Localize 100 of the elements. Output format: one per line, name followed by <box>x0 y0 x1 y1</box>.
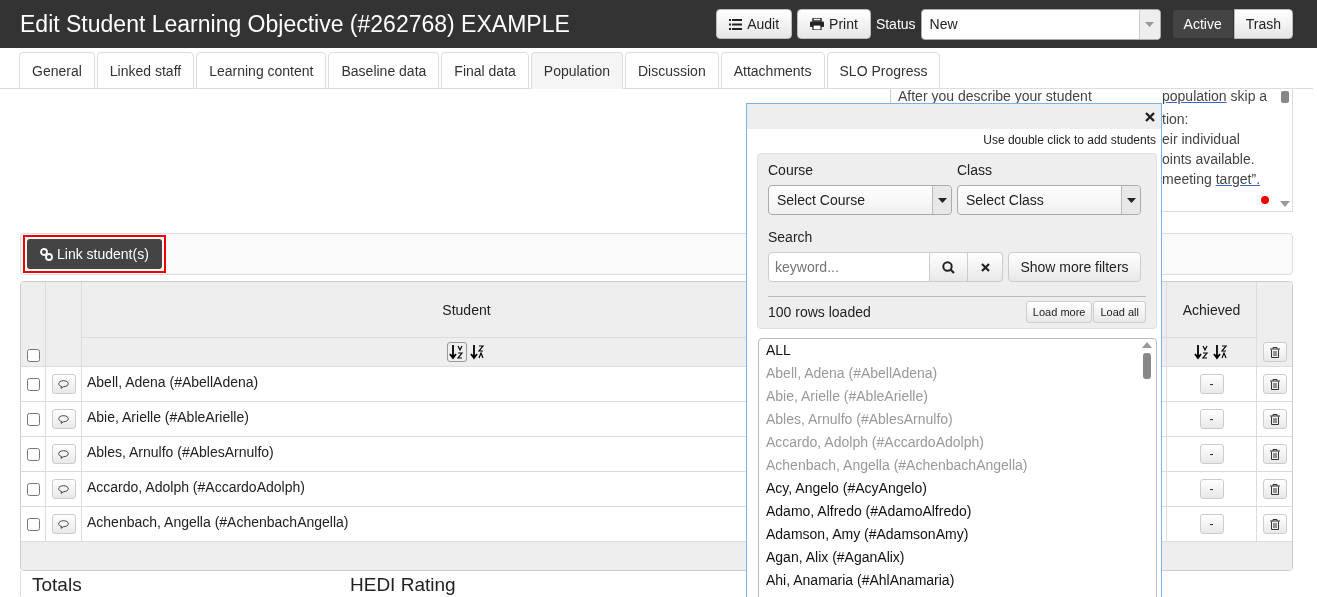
close-icon[interactable] <box>1145 111 1155 122</box>
comment-icon <box>58 414 69 424</box>
scrollbar[interactable] <box>1279 91 1291 209</box>
tab[interactable]: General <box>19 52 95 89</box>
search-icon <box>942 260 955 274</box>
help-link[interactable]: target”. <box>1215 171 1261 187</box>
tab[interactable]: Final data <box>441 52 529 89</box>
help-text: skip a <box>1229 89 1268 104</box>
hint-text: Use double click to add students <box>983 133 1156 147</box>
list-item[interactable]: Ahi, Anamaria (#AhlAnamaria) <box>759 571 1134 594</box>
tab[interactable]: Baseline data <box>328 52 440 89</box>
achieved-button[interactable]: - <box>1199 374 1224 394</box>
student-name: Abell, Adena (#AbellAdena) <box>87 374 259 390</box>
search-field[interactable]: keyword... <box>768 252 930 282</box>
achieved-button[interactable]: - <box>1199 444 1224 464</box>
tab[interactable]: Population <box>530 52 623 89</box>
help-text: meeting <box>1162 171 1213 187</box>
toolbar-button[interactable]: Audit <box>716 9 793 39</box>
caret-icon <box>1126 197 1136 203</box>
trash-icon <box>1269 413 1280 425</box>
row-checkbox[interactable] <box>26 447 40 461</box>
field-label: Search <box>768 229 814 245</box>
search-button[interactable] <box>930 252 968 282</box>
list-item[interactable]: Adamo, Alfredo (#AdamoAlfredo) <box>759 502 1134 525</box>
toggle-button[interactable]: Active <box>1171 9 1234 39</box>
column-header: Student <box>442 301 491 318</box>
show-more-filters-button[interactable]: Show more filters <box>1008 252 1141 282</box>
help-text: eir individual <box>1162 131 1240 147</box>
totals-heading: Totals <box>32 574 83 596</box>
tab[interactable]: SLO Progress <box>826 52 941 89</box>
delete-button[interactable] <box>1262 409 1287 429</box>
sort-descending-icon[interactable] <box>1213 344 1229 360</box>
comment-icon <box>58 519 69 529</box>
load-button[interactable]: Load all <box>1093 301 1146 323</box>
clear-button[interactable] <box>968 252 1003 282</box>
load-button[interactable]: Load more <box>1025 301 1093 323</box>
status-dot <box>1261 196 1269 204</box>
comment-icon <box>58 484 69 494</box>
caret-icon <box>1145 21 1155 27</box>
row-checkbox[interactable] <box>26 377 40 391</box>
comment-button[interactable] <box>51 374 76 394</box>
comment-icon <box>58 379 69 389</box>
tab[interactable]: Discussion <box>625 52 719 89</box>
help-link[interactable]: population <box>1162 89 1227 104</box>
comment-button[interactable] <box>51 409 76 429</box>
help-text: tion: <box>1162 111 1189 127</box>
achieved-button[interactable]: - <box>1199 514 1224 534</box>
link-students-button[interactable]: Link student(s) <box>27 239 162 269</box>
toolbar-button[interactable]: Print <box>797 9 871 39</box>
trash-icon <box>1269 483 1280 495</box>
delete-button[interactable] <box>1262 374 1287 394</box>
column-header: Achieved <box>1182 301 1241 318</box>
trash-icon <box>1269 346 1280 358</box>
list-item[interactable]: ALL <box>759 341 1134 364</box>
class-select[interactable]: Select Class <box>957 185 1141 215</box>
field-label: Class <box>957 162 993 178</box>
student-name: Achenbach, Angella (#AchenbachAngella) <box>87 514 349 530</box>
delete-button[interactable] <box>1262 444 1287 464</box>
help-text: oints available. <box>1162 151 1255 167</box>
delete-button[interactable] <box>1262 479 1287 499</box>
trash-icon <box>1269 448 1280 460</box>
toggle-button[interactable]: Trash <box>1233 9 1293 39</box>
student-name: Accardo, Adolph (#AccardoAdolph) <box>87 479 305 495</box>
field-label: Course <box>768 162 815 178</box>
select-all-checkbox[interactable] <box>26 349 40 362</box>
row-checkbox[interactable] <box>26 517 40 531</box>
tab[interactable]: Linked staff <box>96 52 195 89</box>
delete-button[interactable] <box>1262 514 1287 534</box>
list-item[interactable]: Acy, Angelo (#AcyAngelo) <box>759 479 1134 502</box>
rating-heading: HEDI Rating <box>350 574 456 596</box>
comment-button[interactable] <box>51 514 76 534</box>
list-item[interactable]: Agan, Alix (#AganAlix) <box>759 548 1134 571</box>
status-select[interactable]: New <box>920 8 1161 40</box>
comment-button[interactable] <box>51 444 76 464</box>
link-icon <box>40 247 53 261</box>
rows-loaded-text: 100 rows loaded <box>768 304 871 320</box>
sort-descending-icon[interactable] <box>470 344 486 360</box>
trash-icon <box>1269 378 1280 390</box>
student-name: Ables, Arnulfo (#AblesArnulfo) <box>87 444 274 460</box>
list-item[interactable]: Adamson, Amy (#AdamsonAmy) <box>759 525 1134 548</box>
close-icon <box>980 262 990 272</box>
row-checkbox[interactable] <box>26 412 40 426</box>
achieved-button[interactable]: - <box>1199 479 1224 499</box>
delete-all-button[interactable] <box>1262 342 1287 362</box>
achieved-button[interactable]: - <box>1199 409 1224 429</box>
sort-ascending-icon[interactable] <box>1194 344 1210 360</box>
trash-icon <box>1269 518 1280 530</box>
sort-ascending-icon[interactable] <box>447 342 467 362</box>
comment-button[interactable] <box>51 479 76 499</box>
help-text: After you describe your student <box>898 89 1092 103</box>
comment-icon <box>58 449 69 459</box>
list-icon <box>729 18 743 30</box>
course-select[interactable]: Select Course <box>768 185 952 215</box>
page-title: Edit Student Learning Objective (#262768) EXAMPLE <box>20 10 570 38</box>
student-name: Abie, Arielle (#AbleArielle) <box>87 409 249 425</box>
tab[interactable]: Attachments <box>720 52 825 89</box>
status-label: Status <box>875 16 916 32</box>
tab[interactable]: Learning content <box>196 52 327 89</box>
row-checkbox[interactable] <box>26 482 40 496</box>
print-icon <box>810 18 825 30</box>
